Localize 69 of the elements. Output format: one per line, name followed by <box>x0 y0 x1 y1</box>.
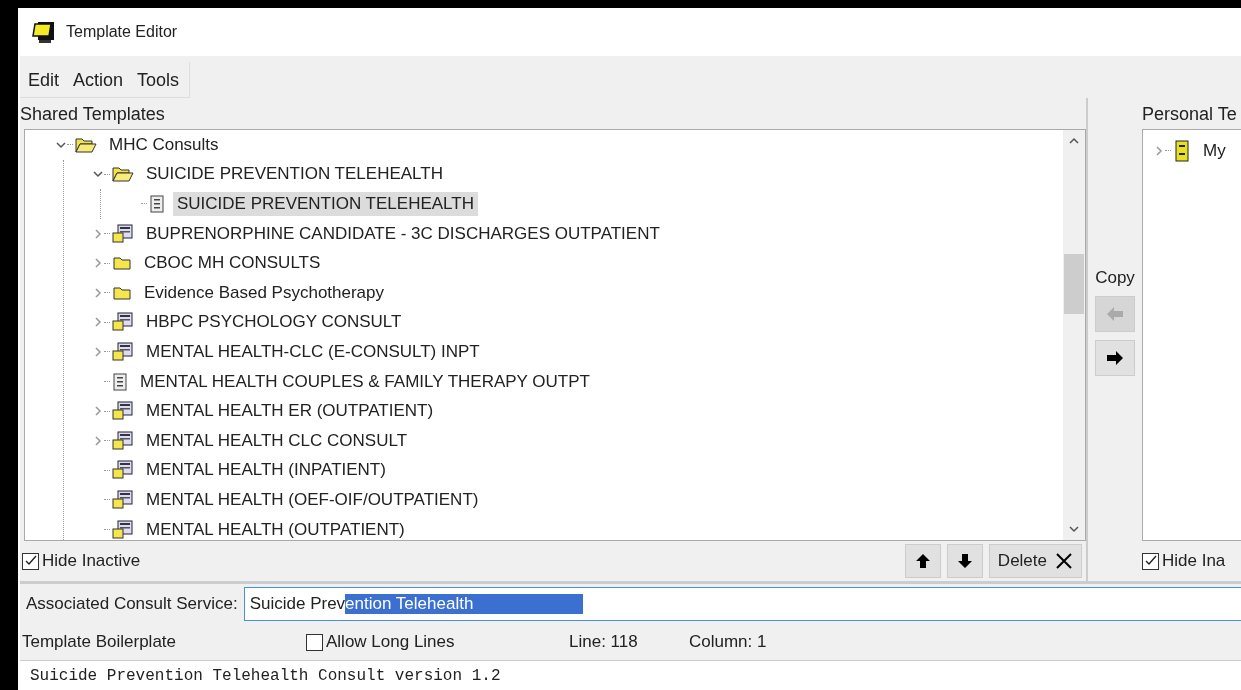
tree-item[interactable]: MENTAL HEALTH (OUTPATIENT) <box>142 517 409 540</box>
expand-chevron-icon[interactable] <box>92 405 104 418</box>
panel-label: Personal Te <box>1142 103 1238 126</box>
expand-chevron-icon[interactable] <box>92 257 104 270</box>
text-editor[interactable]: Suicide Prevention Telehealth Consult version 1.2 <box>20 660 1241 690</box>
window-title: Template Editor <box>66 23 178 41</box>
scrollbar[interactable] <box>1063 130 1085 540</box>
template-group-icon <box>112 401 134 422</box>
template-group-icon <box>112 430 134 451</box>
copy-label: Copy <box>1095 268 1135 288</box>
open-folder-icon <box>112 166 134 183</box>
scrollbar-thumb[interactable] <box>1064 254 1084 314</box>
checkbox-label[interactable]: Hide Ina <box>1162 551 1226 571</box>
tree-item[interactable]: MENTAL HEALTH CLC CONSULT <box>142 428 412 453</box>
expand-chevron-icon[interactable] <box>92 345 104 358</box>
expand-chevron-icon[interactable] <box>92 316 104 329</box>
right-arrow-icon <box>1106 350 1124 366</box>
expand-chevron-icon[interactable] <box>1153 144 1165 157</box>
move-down-button[interactable] <box>946 544 983 578</box>
template-group-icon <box>112 460 134 481</box>
template-group-icon <box>112 489 134 510</box>
tree-item[interactable]: MENTAL HEALTH ER (OUTPATIENT) <box>142 399 438 424</box>
scroll-down-icon[interactable] <box>1068 524 1080 534</box>
delete-button[interactable]: Delete <box>988 544 1082 578</box>
scroll-up-icon[interactable] <box>1068 136 1080 146</box>
tree-item[interactable]: SUICIDE PREVENTION TELEHEALTH <box>173 192 478 216</box>
tree-item[interactable]: HBPC PSYCHOLOGY CONSULT <box>142 310 406 335</box>
expand-chevron-icon[interactable] <box>92 434 104 447</box>
template-group-icon <box>112 341 134 362</box>
tree-item[interactable]: My <box>1199 138 1230 163</box>
file-cabinet-icon <box>1173 139 1191 162</box>
line-number: Line: 118 <box>569 632 639 652</box>
template-group-icon <box>112 223 134 244</box>
folder-icon <box>112 284 132 301</box>
tree-item[interactable]: MENTAL HEALTH (OEF-OIF/OUTPATIENT) <box>142 487 483 512</box>
left-arrow-icon <box>1106 306 1124 322</box>
expand-chevron-icon[interactable] <box>92 286 104 299</box>
up-arrow-icon <box>914 553 931 569</box>
tree-item[interactable]: MENTAL HEALTH (INPATIENT) <box>142 458 390 483</box>
checkbox[interactable] <box>22 552 39 570</box>
open-folder-icon <box>75 136 97 153</box>
template-group-icon <box>112 519 134 540</box>
document-icon <box>112 372 128 391</box>
checkbox[interactable] <box>306 633 323 651</box>
menu-item[interactable]: Action <box>73 70 124 91</box>
tree-item[interactable]: MENTAL HEALTH COUPLES & FAMILY THERAPY OUTPT <box>136 369 594 394</box>
copy-right-button[interactable] <box>1095 340 1135 376</box>
checkbox-label[interactable]: Hide Inactive <box>42 551 141 571</box>
tree-item[interactable]: Evidence Based Psychotherapy <box>140 280 389 305</box>
close-icon <box>1055 552 1073 570</box>
document-icon <box>149 195 165 213</box>
menu-item[interactable]: Edit <box>28 70 60 91</box>
tree-item[interactable]: MHC Consults <box>105 132 223 157</box>
checkbox[interactable] <box>1142 552 1159 570</box>
field-label: Associated Consult Service: <box>26 594 238 614</box>
section-label: Template Boilerplate <box>22 632 178 652</box>
checkbox-label[interactable]: Allow Long Lines <box>326 632 455 652</box>
template-group-icon <box>112 312 134 333</box>
folder-icon <box>112 255 132 272</box>
tree-item[interactable]: BUPRENORPHINE CANDIDATE - 3C DISCHARGES OUTPATIENT <box>142 221 664 246</box>
column-number: Column: 1 <box>689 632 767 652</box>
move-up-button[interactable] <box>904 544 941 578</box>
down-arrow-icon <box>956 553 973 569</box>
tree-item[interactable]: CBOC MH CONSULTS <box>140 251 325 276</box>
expand-chevron-icon[interactable] <box>92 227 104 240</box>
menu-item[interactable]: Tools <box>137 70 180 91</box>
panel-label: Shared Templates <box>20 103 166 126</box>
tree-item[interactable]: SUICIDE PREVENTION TELEHEALTH <box>142 162 447 187</box>
tree-item[interactable]: MENTAL HEALTH-CLC (E-CONSULT) INPT <box>142 339 484 364</box>
